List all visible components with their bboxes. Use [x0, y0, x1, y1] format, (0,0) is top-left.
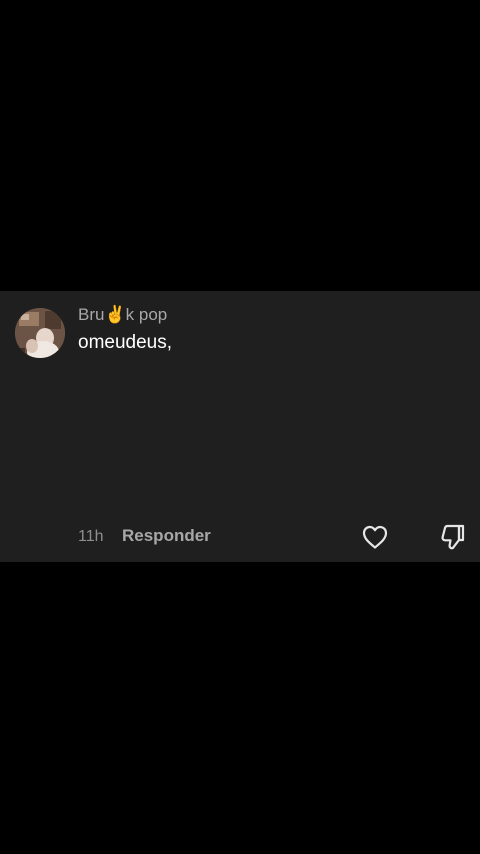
username-suffix: k pop: [125, 305, 168, 324]
avatar-photo-icon: [15, 308, 65, 358]
like-button[interactable]: [361, 524, 389, 550]
screen: Bru✌️k pop omeudeus, 11h Responder: [0, 0, 480, 854]
username-prefix: Bru: [78, 305, 105, 324]
username[interactable]: Bru✌️k pop: [78, 305, 167, 325]
comment-card: Bru✌️k pop omeudeus, 11h Responder: [0, 291, 480, 562]
thumbs-down-outline-icon: [441, 524, 465, 550]
reply-button[interactable]: Responder: [122, 526, 211, 546]
heart-outline-icon: [362, 525, 388, 549]
comment-time: 11h: [78, 528, 104, 545]
dislike-button[interactable]: [440, 523, 466, 551]
victory-hand-emoji: ✌️: [104, 305, 126, 324]
avatar[interactable]: [15, 308, 65, 358]
comment-text: omeudeus,: [78, 332, 173, 353]
